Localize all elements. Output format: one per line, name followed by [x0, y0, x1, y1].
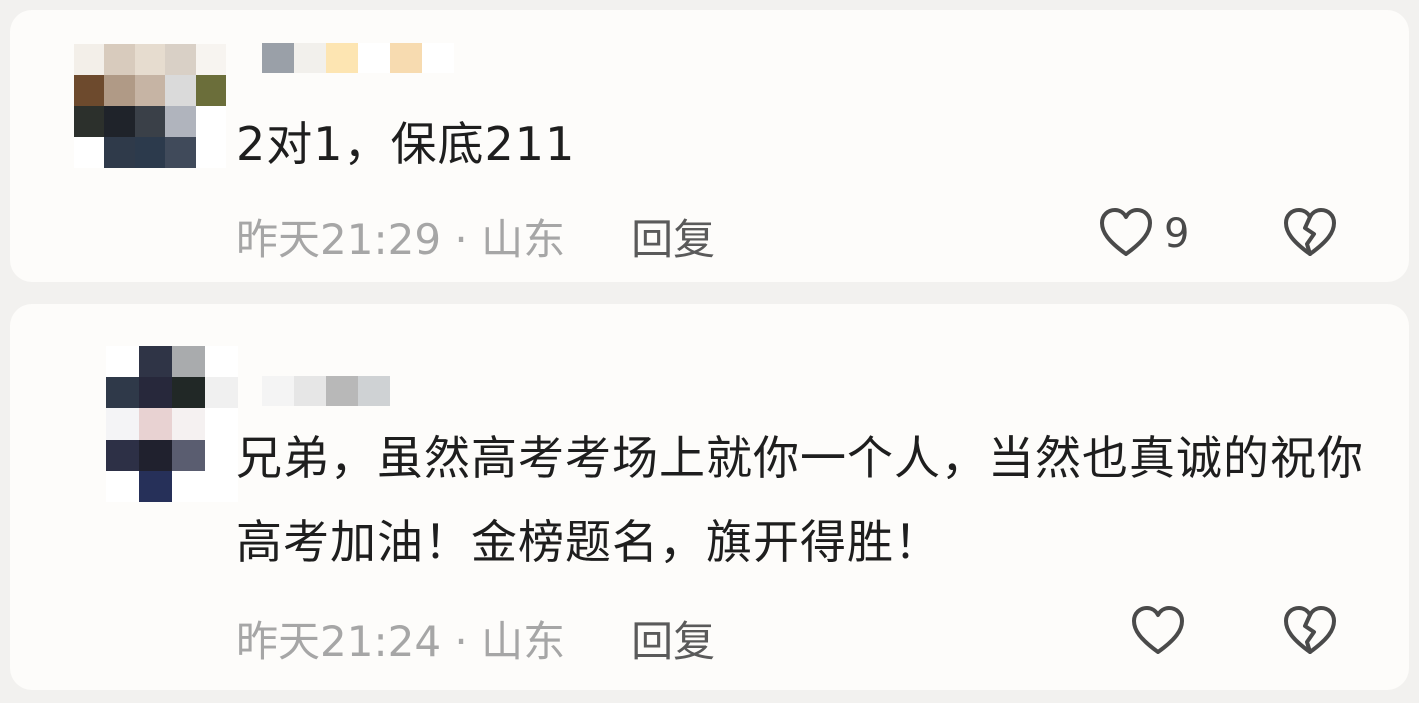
- username-pixel: [262, 376, 294, 406]
- comment-meta: 昨天21:24 · 山东 回复: [236, 608, 715, 669]
- avatar-pixel: [165, 137, 196, 168]
- avatar-pixel: [139, 346, 172, 378]
- avatar-pixel: [104, 106, 135, 137]
- avatar-pixel: [139, 377, 172, 409]
- avatar-pixel: [134, 75, 166, 106]
- username-pixel: [326, 43, 358, 73]
- username-pixel: [358, 43, 390, 73]
- avatar[interactable]: [74, 44, 226, 168]
- avatar-pixel: [74, 137, 105, 168]
- comment-text: 兄弟，虽然高考考场上就你一个人，当然也真诚的祝你高考加油！金榜题名，旗开得胜！: [236, 431, 1364, 569]
- username[interactable]: [262, 376, 390, 406]
- username-pixel: [326, 376, 358, 406]
- avatar-pixel: [139, 408, 172, 440]
- avatar-pixel: [205, 439, 238, 471]
- reply-button[interactable]: 回复: [631, 608, 715, 669]
- avatar-pixel: [172, 408, 205, 440]
- broken-heart-icon: [1280, 602, 1340, 662]
- avatar-pixel: [74, 44, 105, 75]
- avatar-pixel: [106, 377, 139, 409]
- heart-outline-icon: [1128, 602, 1188, 662]
- avatar-pixel: [106, 470, 139, 502]
- username-pixel: [422, 43, 454, 73]
- avatar-pixel: [172, 470, 205, 502]
- like-count: 9: [1164, 211, 1190, 257]
- comment-card: 兄弟，虽然高考考场上就你一个人，当然也真诚的祝你高考加油！金榜题名，旗开得胜！ …: [10, 304, 1409, 690]
- avatar[interactable]: [106, 346, 238, 502]
- avatar-pixel: [205, 377, 238, 409]
- dislike-button[interactable]: [1280, 204, 1340, 264]
- reply-button[interactable]: 回复: [631, 206, 715, 267]
- username[interactable]: [262, 43, 454, 73]
- avatar-pixel: [165, 75, 196, 106]
- avatar-pixel: [104, 44, 135, 75]
- avatar-pixel: [74, 75, 105, 106]
- avatar-pixel: [104, 75, 135, 106]
- avatar-pixel: [205, 470, 238, 502]
- avatar-pixel: [134, 106, 166, 137]
- username-pixel: [294, 43, 326, 73]
- like-button[interactable]: [1128, 602, 1196, 662]
- dislike-button[interactable]: [1280, 602, 1340, 662]
- avatar-pixel: [205, 346, 238, 378]
- avatar-pixel: [74, 106, 105, 137]
- avatar-pixel: [134, 137, 166, 168]
- username-pixel: [262, 43, 294, 73]
- username-pixel: [294, 376, 326, 406]
- timestamp-location: 昨天21:29 · 山东: [236, 215, 566, 264]
- avatar-pixel: [195, 44, 226, 75]
- avatar-pixel: [106, 408, 139, 440]
- username-pixel: [390, 43, 422, 73]
- avatar-pixel: [195, 106, 226, 137]
- avatar-pixel: [104, 137, 135, 168]
- username-pixel: [358, 376, 390, 406]
- broken-heart-icon: [1280, 204, 1340, 264]
- avatar-pixel: [172, 439, 205, 471]
- avatar-pixel: [205, 408, 238, 440]
- heart-outline-icon: [1096, 204, 1156, 264]
- comment-meta: 昨天21:29 · 山东 回复: [236, 206, 715, 267]
- comment-text: 2对1，保底211: [236, 117, 576, 171]
- avatar-pixel: [172, 377, 205, 409]
- avatar-pixel: [134, 44, 166, 75]
- comment-card: 2对1，保底211 昨天21:29 · 山东 回复 9: [10, 10, 1409, 282]
- like-button[interactable]: 9: [1096, 204, 1189, 264]
- avatar-pixel: [165, 106, 196, 137]
- avatar-pixel: [106, 346, 139, 378]
- avatar-pixel: [195, 75, 226, 106]
- timestamp-location: 昨天21:24 · 山东: [236, 617, 566, 666]
- avatar-pixel: [139, 470, 172, 502]
- avatar-pixel: [139, 439, 172, 471]
- avatar-pixel: [106, 439, 139, 471]
- avatar-pixel: [172, 346, 205, 378]
- avatar-pixel: [165, 44, 196, 75]
- avatar-pixel: [195, 137, 226, 168]
